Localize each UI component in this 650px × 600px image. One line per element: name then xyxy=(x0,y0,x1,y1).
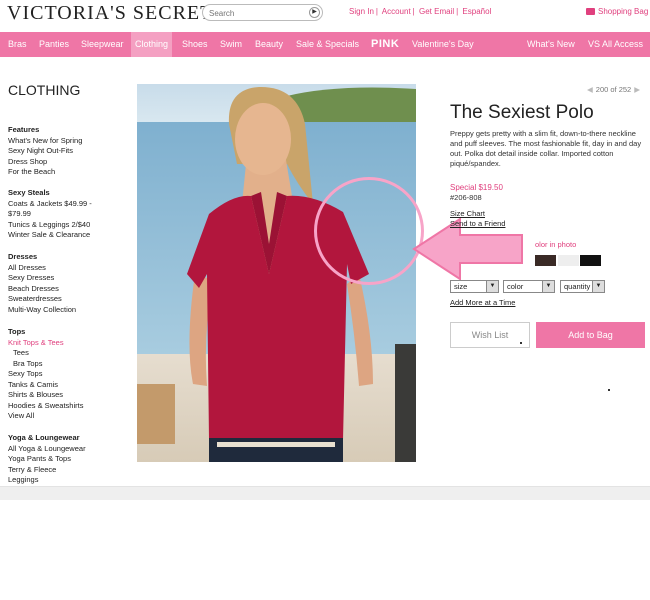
sidebar-heading: Dresses xyxy=(8,252,38,261)
sidebar-item[interactable]: All Yoga & Loungewear xyxy=(8,444,86,455)
nav-shoes[interactable]: Shoes xyxy=(182,32,208,57)
color-swatch-white[interactable] xyxy=(558,255,579,266)
nav-beauty[interactable]: Beauty xyxy=(255,32,283,57)
size-select[interactable]: size ▼ xyxy=(450,280,499,293)
sidebar-item[interactable]: Sexy Dresses xyxy=(8,273,76,284)
sidebar-item[interactable]: Shirts & Blouses xyxy=(8,390,83,401)
product-sku: #206-808 xyxy=(450,193,482,202)
sidebar-item[interactable]: Leggings xyxy=(8,475,86,486)
sidebar-group-tops: Tops Knit Tops & Tees Tees Bra Tops Sexy… xyxy=(8,327,83,422)
nav-vs-all-access[interactable]: VS All Access xyxy=(588,32,643,57)
chevron-down-icon: ▼ xyxy=(592,281,604,292)
sidebar-item[interactable]: View All xyxy=(8,411,83,422)
sidebar-group-features: Features What's New for Spring Sexy Nigh… xyxy=(8,125,82,178)
color-swatch-black[interactable] xyxy=(580,255,601,266)
pager-prev-icon[interactable]: ◀ xyxy=(587,85,593,94)
sidebar-item[interactable]: Sexy Tops xyxy=(8,369,83,380)
sidebar-item[interactable]: Dress Shop xyxy=(8,157,82,168)
chevron-down-icon: ▼ xyxy=(486,281,498,292)
sidebar-group-sexy-steals: Sexy Steals Coats & Jackets $49.99 - $79… xyxy=(8,188,92,241)
shopping-bag-icon xyxy=(586,8,595,15)
sidebar-heading: Yoga & Loungewear xyxy=(8,433,80,442)
top-links: Sign In | Account | Get Email | Español xyxy=(349,7,492,16)
espanol-link[interactable]: Español xyxy=(462,7,491,16)
add-more-link[interactable]: Add More at a Time xyxy=(450,298,515,307)
sidebar-item[interactable]: Hoodies & Sweatshirts xyxy=(8,401,83,412)
account-link[interactable]: Account xyxy=(382,7,411,16)
sidebar-item[interactable]: Sweaterdresses xyxy=(8,294,76,305)
sidebar-item[interactable]: All Dresses xyxy=(8,263,76,274)
sidebar-item[interactable]: Yoga Pants & Tops xyxy=(8,454,86,465)
shopping-bag-label: Shopping Bag xyxy=(598,7,649,16)
color-swatch-brown[interactable] xyxy=(535,255,556,266)
nav-sleepwear[interactable]: Sleepwear xyxy=(81,32,124,57)
sidebar-item[interactable]: What's New for Spring xyxy=(8,136,82,147)
sidebar-heading: Sexy Steals xyxy=(8,188,50,197)
brand-logo[interactable]: VICTORIA'S SECRET xyxy=(7,2,213,25)
sidebar-item[interactable]: Terry & Fleece xyxy=(8,465,86,476)
sign-in-link[interactable]: Sign In xyxy=(349,7,374,16)
sidebar-group-dresses: Dresses All Dresses Sexy Dresses Beach D… xyxy=(8,252,76,315)
product-title: The Sexiest Polo xyxy=(450,102,594,123)
search-box: ▶ xyxy=(202,4,323,21)
wish-list-button[interactable]: Wish List xyxy=(450,322,530,348)
pager-next-icon[interactable]: ▶ xyxy=(634,85,640,94)
sidebar-heading: Features xyxy=(8,125,40,134)
quantity-select-label: quantity xyxy=(564,282,591,291)
nav-bras[interactable]: Bras xyxy=(8,32,27,57)
size-chart-link[interactable]: Size Chart xyxy=(450,209,485,218)
pager-count: 200 of 252 xyxy=(595,85,632,94)
sidebar-title: CLOTHING xyxy=(8,82,81,98)
product-description: Preppy gets pretty with a slim fit, down… xyxy=(450,129,642,168)
footer-bar xyxy=(0,486,650,500)
sidebar-item[interactable]: For the Beach xyxy=(8,167,82,178)
nav-clothing[interactable]: Clothing xyxy=(131,32,173,57)
sidebar-item[interactable]: Sexy Night Out-Fits xyxy=(8,146,82,157)
sidebar-subitem[interactable]: Tees xyxy=(8,348,83,359)
stray-dot xyxy=(608,389,610,391)
color-select[interactable]: color ▼ xyxy=(503,280,555,293)
sidebar-heading: Tops xyxy=(8,327,26,336)
sidebar-item[interactable]: Beach Dresses xyxy=(8,284,76,295)
search-input[interactable] xyxy=(209,7,307,19)
size-select-label: size xyxy=(454,282,468,291)
stray-dot xyxy=(520,342,522,344)
sidebar-item[interactable]: Multi-Way Collection xyxy=(8,305,76,316)
nav-pink[interactable]: PINK xyxy=(371,32,399,57)
nav-swim[interactable]: Swim xyxy=(220,32,242,57)
chevron-down-icon: ▼ xyxy=(542,281,554,292)
nav-sale-specials[interactable]: Sale & Specials xyxy=(296,32,359,57)
sidebar-group-yoga: Yoga & Loungewear All Yoga & Loungewear … xyxy=(8,433,86,486)
sidebar-item[interactable]: Tanks & Camis xyxy=(8,380,83,391)
shopping-bag-link[interactable]: Shopping Bag xyxy=(586,7,648,16)
color-in-photo-label: olor in photo xyxy=(535,240,577,249)
search-go-icon[interactable]: ▶ xyxy=(309,7,320,18)
get-email-link[interactable]: Get Email xyxy=(419,7,454,16)
annotation-circle xyxy=(314,177,424,285)
product-price: Special $19.50 xyxy=(450,183,503,192)
sidebar-item[interactable]: Coats & Jackets $49.99 - xyxy=(8,199,92,210)
sidebar-subitem[interactable]: Bra Tops xyxy=(8,359,83,370)
add-to-bag-button[interactable]: Add to Bag xyxy=(536,322,645,348)
sidebar-item[interactable]: Winter Sale & Clearance xyxy=(8,230,92,241)
product-pager: ◀ 200 of 252 ▶ xyxy=(584,85,643,94)
color-select-label: color xyxy=(507,282,524,291)
nav-valentines-day[interactable]: Valentine's Day xyxy=(412,32,474,57)
nav-whats-new[interactable]: What's New xyxy=(527,32,575,57)
nav-panties[interactable]: Panties xyxy=(39,32,69,57)
main-nav: Bras Panties Sleepwear Clothing Shoes Sw… xyxy=(0,32,650,57)
quantity-select[interactable]: quantity ▼ xyxy=(560,280,605,293)
send-to-friend-link[interactable]: Send to a Friend xyxy=(450,219,505,228)
sidebar-item-selected[interactable]: Knit Tops & Tees xyxy=(8,338,83,349)
sidebar-item[interactable]: $79.99 xyxy=(8,209,92,220)
sidebar-item[interactable]: Tunics & Leggings 2/$40 xyxy=(8,220,92,231)
